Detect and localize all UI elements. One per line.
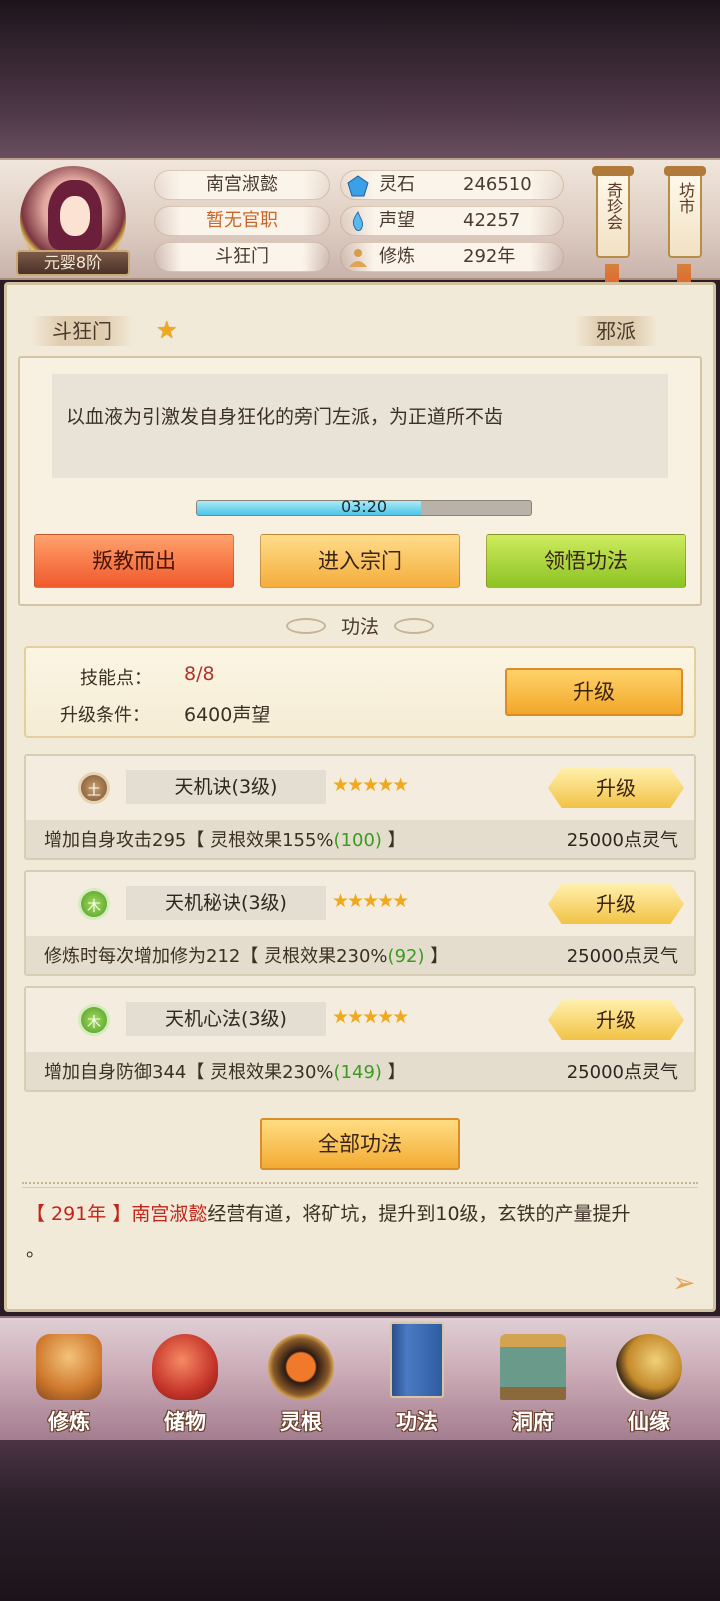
star-icon: ★ (156, 316, 178, 344)
avatar-face (60, 196, 90, 236)
log-message: 经营有道，将矿坑，提升到10级，玄铁的产量提升 (207, 1203, 631, 1225)
nav-item-skills[interactable]: 功法 (362, 1322, 472, 1438)
market-label: 坊市 (676, 182, 695, 214)
cultivation-icon (349, 249, 367, 267)
skill-desc-bonus: (149) (333, 1062, 382, 1083)
resource-value: 246510 (463, 174, 532, 195)
skill-description: 增加自身防御344【 灵根效果230%(149) 】 (44, 1058, 406, 1084)
storage-bag-icon (152, 1334, 218, 1400)
wood-element-icon: 木 (78, 888, 110, 920)
skill-points-value: 8/8 (184, 663, 215, 685)
resource-cultivation: 修炼 292年 (340, 242, 564, 272)
player-header: 元婴8阶 南宫淑懿 暂无官职 斗狂门 灵石 246510 声望 42257 修炼… (0, 158, 720, 294)
resource-value: 42257 (463, 210, 521, 231)
resource-label: 修炼 (379, 246, 415, 267)
resource-label: 灵石 (379, 174, 415, 195)
resource-label: 声望 (379, 210, 415, 231)
sect-alignment: 邪派 (574, 316, 658, 346)
divider (22, 1182, 698, 1188)
nav-item-spirit-root[interactable]: 灵根 (246, 1322, 356, 1438)
timer-text: 03:20 (340, 497, 388, 516)
nav-label: 仙缘 (628, 1410, 670, 1434)
betray-sect-button[interactable]: 叛教而出 (34, 534, 234, 588)
enter-sect-button[interactable]: 进入宗门 (260, 534, 460, 588)
top-background (0, 0, 720, 160)
log-message-end: 。 (26, 1239, 46, 1261)
spirit-stone-icon (347, 175, 369, 197)
skill-card: 木 天机秘诀(3级) ★★★★★ 升级 修炼时每次增加修为212【 灵根效果23… (24, 870, 696, 976)
skill-stars: ★★★★★ (332, 774, 409, 796)
skill-upgrade-button[interactable]: 升级 (548, 884, 684, 924)
cultivate-icon (36, 1334, 102, 1400)
all-skills-button[interactable]: 全部功法 (260, 1118, 460, 1170)
skill-name: 天机诀(3级) (126, 770, 326, 804)
nav-label: 修炼 (48, 1410, 90, 1434)
event-log: 【 291年 】南宫淑懿经营有道，将矿坑，提升到10级，玄铁的产量提升。 (26, 1196, 696, 1268)
market-button[interactable]: 坊市 (664, 166, 706, 258)
reputation-icon (352, 211, 363, 231)
skill-stars: ★★★★★ (332, 890, 409, 912)
skill-desc-bonus: (100) (333, 830, 382, 851)
nav-item-cultivate[interactable]: 修炼 (14, 1322, 124, 1438)
skill-desc-end: 】 (424, 946, 449, 967)
cave-dwelling-icon (500, 1334, 566, 1400)
skill-description: 增加自身攻击295【 灵根效果155%(100) 】 (44, 826, 406, 852)
nav-label: 灵根 (280, 1410, 322, 1434)
cloud-ornament (394, 618, 434, 634)
skill-card: 土 天机诀(3级) ★★★★★ 升级 增加自身攻击295【 灵根效果155%(1… (24, 754, 696, 860)
skill-desc-text: 增加自身攻击295【 灵根效果155% (44, 830, 334, 851)
wood-element-icon: 木 (78, 1004, 110, 1036)
skill-upgrade-button[interactable]: 升级 (548, 768, 684, 808)
skill-desc-end: 】 (381, 830, 406, 851)
treasure-auction-label: 奇珍会 (604, 182, 623, 230)
immortal-fate-icon (616, 1334, 682, 1400)
official-title[interactable]: 暂无官职 (154, 206, 330, 236)
upgrade-condition-label: 升级条件： (60, 705, 150, 726)
sect-name-header: 斗狂门 (154, 242, 330, 272)
skill-desc-text: 增加自身防御344【 灵根效果230% (44, 1062, 334, 1083)
banner-cap (592, 166, 634, 176)
log-player-name: 南宫淑懿 (131, 1203, 208, 1225)
nav-label: 储物 (164, 1410, 206, 1434)
nav-label: 功法 (396, 1410, 438, 1434)
earth-element-icon: 土 (78, 772, 110, 804)
skill-card: 木 天机心法(3级) ★★★★★ 升级 增加自身防御344【 灵根效果230%(… (24, 986, 696, 1092)
resource-reputation: 声望 42257 (340, 206, 564, 236)
spirit-root-icon (268, 1334, 334, 1400)
resource-value: 292年 (463, 246, 516, 267)
nav-label: 洞府 (512, 1410, 554, 1434)
skill-name: 天机秘诀(3级) (126, 886, 326, 920)
skill-book-icon (390, 1322, 444, 1398)
skill-cost: 25000点灵气 (566, 946, 678, 967)
log-year: 【 291年 】 (26, 1203, 132, 1225)
skill-name: 天机心法(3级) (126, 1002, 326, 1036)
bottom-background (0, 1440, 720, 1601)
upgrade-condition-value: 6400声望 (184, 704, 271, 726)
player-name: 南宫淑懿 (154, 170, 330, 200)
comprehend-skill-button[interactable]: 领悟功法 (486, 534, 686, 588)
sect-description: 以血液为引激发自身狂化的旁门左派，为正道所不齿 (52, 374, 668, 478)
bottom-nav: 修炼 储物 灵根 功法 洞府 仙缘 (0, 1316, 720, 1442)
skill-desc-text: 修炼时每次增加修为212【 灵根效果230% (44, 946, 388, 967)
skill-description: 修炼时每次增加修为212【 灵根效果230%(92) 】 (44, 942, 448, 968)
skill-desc-bonus: (92) (387, 946, 425, 967)
treasure-auction-button[interactable]: 奇珍会 (592, 166, 634, 258)
rank-badge: 元婴8阶 (16, 250, 130, 276)
skill-cost: 25000点灵气 (566, 1062, 678, 1083)
skill-upgrade-button[interactable]: 升级 (548, 1000, 684, 1040)
upgrade-sect-button[interactable]: 升级 (505, 668, 683, 716)
skill-desc-end: 】 (381, 1062, 406, 1083)
resource-spirit-stone: 灵石 246510 (340, 170, 564, 200)
expand-arrow-icon[interactable]: ➢ (672, 1268, 702, 1298)
sect-title: 斗狂门 (30, 316, 134, 346)
nav-item-immortal-fate[interactable]: 仙缘 (594, 1322, 704, 1438)
nav-item-cave[interactable]: 洞府 (478, 1322, 588, 1438)
nav-item-storage[interactable]: 储物 (130, 1322, 240, 1438)
skill-stars: ★★★★★ (332, 1006, 409, 1028)
skill-cost: 25000点灵气 (566, 830, 678, 851)
skill-points-label: 技能点： (80, 668, 152, 689)
banner-cap (664, 166, 706, 176)
